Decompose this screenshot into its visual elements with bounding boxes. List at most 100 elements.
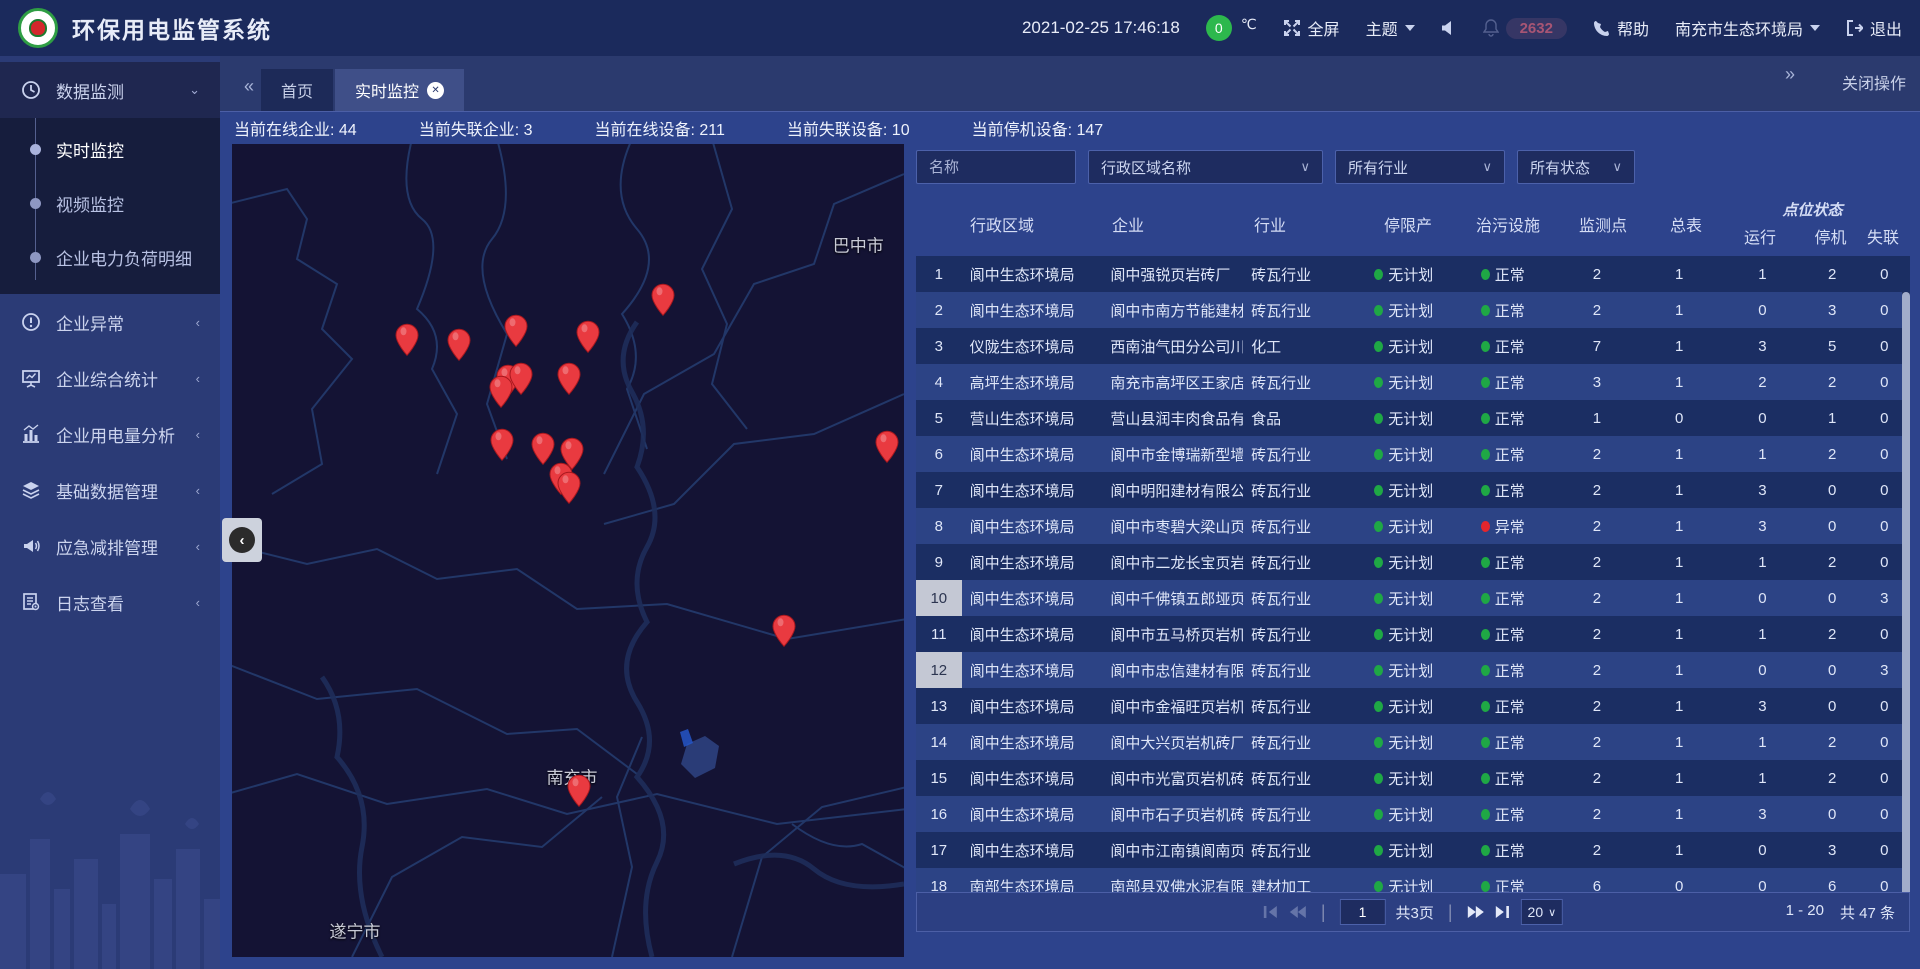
row-number: 2 [916, 292, 962, 328]
sound-button[interactable] [1441, 20, 1457, 36]
close-icon[interactable]: ✕ [427, 82, 444, 99]
table-row[interactable]: 4高坪生态环境局南充市高坪区王家店建砖瓦行业无计划正常31220 [916, 364, 1910, 400]
cell-total-meters: 1 [1640, 508, 1719, 544]
sidebar-item-log-view[interactable]: 日志查看‹ [0, 574, 220, 630]
table-row[interactable]: 15阆中生态环境局阆中市光富页岩机砖厂砖瓦行业无计划正常21120 [916, 760, 1910, 796]
table-row[interactable]: 13阆中生态环境局阆中市金福旺页岩机砖砖瓦行业无计划正常21300 [916, 688, 1910, 724]
cell-facility-status: 正常 [1451, 760, 1554, 796]
table-row[interactable]: 12阆中生态环境局阆中市忠信建材有限公砖瓦行业无计划正常21003 [916, 652, 1910, 688]
map-pin-icon[interactable] [874, 430, 899, 468]
cell-facility-status: 正常 [1451, 688, 1554, 724]
table-scrollbar[interactable] [1902, 292, 1910, 928]
sidebar-item-base-data-mgmt[interactable]: 基础数据管理‹ [0, 462, 220, 518]
org-dropdown[interactable]: 南充市生态环境局 [1675, 16, 1820, 40]
cell-region: 仪陇生态环境局 [962, 328, 1103, 364]
table-row[interactable]: 3仪陇生态环境局西南油气田分公司川中化工无计划正常71350 [916, 328, 1910, 364]
fullscreen-button[interactable]: 全屏 [1283, 16, 1340, 40]
cell-region: 南部生态环境局 [962, 868, 1103, 892]
map-pin-icon[interactable] [394, 324, 419, 362]
last-page-icon[interactable] [1495, 905, 1511, 919]
close-operations-button[interactable]: 关闭操作 [1842, 70, 1906, 94]
cell-running: 0 [1719, 652, 1806, 688]
sidebar-item-emergency-mgmt[interactable]: 应急减排管理‹ [0, 518, 220, 574]
table-row[interactable]: 7阆中生态环境局阆中明阳建材有限公司砖瓦行业无计划正常21300 [916, 472, 1910, 508]
notification-badge[interactable]: 2632 [1483, 18, 1567, 39]
map-pin-icon[interactable] [503, 314, 528, 352]
table-row[interactable]: 18南部生态环境局南部县双佛水泥有限公建材加工无计划正常60060 [916, 868, 1910, 892]
cell-monitor-points: 2 [1554, 688, 1639, 724]
cell-industry: 建材加工 [1243, 868, 1356, 892]
name-filter-input[interactable] [916, 150, 1076, 184]
first-page-icon[interactable] [1263, 905, 1279, 919]
map-pin-icon[interactable] [490, 428, 515, 466]
page-size-select[interactable]: 20∨ [1521, 899, 1564, 925]
cell-facility-status: 正常 [1451, 616, 1554, 652]
cell-total-meters: 1 [1640, 544, 1719, 580]
tab-bar: « 首页实时监控✕ » 关闭操作 [220, 56, 1920, 111]
prev-page-icon[interactable] [1289, 905, 1307, 919]
sidebar-item-video-monitor[interactable]: 视频监控 [0, 176, 220, 230]
table-row[interactable]: 6阆中生态环境局阆中市金博瑞新型墙材砖瓦行业无计划正常21120 [916, 436, 1910, 472]
table-row[interactable]: 17阆中生态环境局阆中市江南镇阆南页岩砖瓦行业无计划正常21030 [916, 832, 1910, 868]
enterprise-table-panel: 行政区域名称∨ 所有行业∨ 所有状态∨ 行政区域企业行业停限产治污设施监测点总表… [916, 144, 1910, 955]
cell-industry: 砖瓦行业 [1243, 292, 1356, 328]
map-pin-icon[interactable] [576, 320, 601, 358]
map-pin-icon[interactable] [557, 472, 582, 510]
tab-首页[interactable]: 首页 [261, 69, 333, 111]
cell-monitor-points: 2 [1554, 724, 1639, 760]
bullet-icon [30, 144, 41, 155]
tabs-scroll-left-icon[interactable]: « [234, 76, 261, 111]
table-row[interactable]: 1阆中生态环境局阆中强锐页岩砖厂砖瓦行业无计划正常21120 [916, 256, 1910, 292]
help-button[interactable]: 帮助 [1593, 16, 1649, 40]
table-row[interactable]: 16阆中生态环境局阆中市石子页岩机砖厂砖瓦行业无计划正常21300 [916, 796, 1910, 832]
cell-stopped: 0 [1806, 796, 1859, 832]
theme-dropdown[interactable]: 主题 [1366, 16, 1415, 40]
cell-stopped: 2 [1806, 724, 1859, 760]
map-pin-icon[interactable] [489, 376, 514, 414]
status-dot-icon [1481, 593, 1490, 604]
page-number-input[interactable] [1340, 899, 1386, 925]
sidebar-collapse-button[interactable]: ‹ [222, 518, 262, 562]
map-city-label: 巴中市 [833, 231, 884, 256]
map-canvas[interactable]: 巴中市南充市遂宁市 [232, 144, 904, 957]
map-pin-icon[interactable] [771, 614, 796, 652]
next-page-icon[interactable] [1467, 905, 1485, 919]
cell-industry: 砖瓦行业 [1243, 580, 1356, 616]
table-row[interactable]: 5营山生态环境局营山县润丰肉食品有限食品无计划正常10010 [916, 400, 1910, 436]
sidebar-item-data-monitoring[interactable]: 数据监测⌄ [0, 62, 220, 118]
cell-production-status: 无计划 [1356, 544, 1451, 580]
cell-stopped: 0 [1806, 472, 1859, 508]
map-pin-icon[interactable] [567, 774, 592, 812]
table-row[interactable]: 11阆中生态环境局阆中市五马桥页岩机砖砖瓦行业无计划正常21120 [916, 616, 1910, 652]
industry-filter-select[interactable]: 所有行业∨ [1335, 150, 1505, 184]
map-pin-icon[interactable] [447, 329, 472, 367]
map-pin-icon[interactable] [556, 363, 581, 401]
row-number: 17 [916, 832, 962, 868]
table-row[interactable]: 8阆中生态环境局阆中市枣碧大梁山页岩砖瓦行业无计划异常21300 [916, 508, 1910, 544]
cell-company: 南部县双佛水泥有限公 [1102, 868, 1243, 892]
table-row[interactable]: 2阆中生态环境局阆中市南方节能建材有砖瓦行业无计划正常21030 [916, 292, 1910, 328]
row-number: 15 [916, 760, 962, 796]
logout-button[interactable]: 退出 [1846, 16, 1902, 40]
sidebar-item-enterprise-stats[interactable]: 企业综合统计‹ [0, 350, 220, 406]
table-row[interactable]: 10阆中生态环境局阆中千佛镇五郎垭页岩砖瓦行业无计划正常21003 [916, 580, 1910, 616]
cell-production-status: 无计划 [1356, 616, 1451, 652]
status-filter-select[interactable]: 所有状态∨ [1517, 150, 1635, 184]
sidebar-item-power-analysis[interactable]: 企业用电量分析‹ [0, 406, 220, 462]
tabs-scroll-right-icon[interactable]: » [1775, 64, 1802, 99]
sidebar-item-enterprise-abnormal[interactable]: 企业异常‹ [0, 294, 220, 350]
status-dot-icon [1481, 701, 1490, 712]
cell-total-meters: 1 [1640, 652, 1719, 688]
tab-实时监控[interactable]: 实时监控✕ [335, 69, 464, 111]
table-row[interactable]: 9阆中生态环境局阆中市二龙长宝页岩砖砖瓦行业无计划正常21120 [916, 544, 1910, 580]
region-filter-select[interactable]: 行政区域名称∨ [1088, 150, 1323, 184]
sidebar-item-realtime-monitor[interactable]: 实时监控 [0, 122, 220, 176]
cell-company: 阆中市金福旺页岩机砖 [1102, 688, 1243, 724]
sidebar-item-power-load-detail[interactable]: 企业电力负荷明细 [0, 230, 220, 284]
chevron-left-icon: ‹ [196, 595, 200, 610]
table-row[interactable]: 14阆中生态环境局阆中大兴页岩机砖厂砖瓦行业无计划正常21120 [916, 724, 1910, 760]
status-dot-icon [1374, 773, 1383, 784]
chevron-left-icon: ‹ [196, 539, 200, 554]
map-pin-icon[interactable] [651, 283, 676, 321]
cell-running: 0 [1719, 580, 1806, 616]
